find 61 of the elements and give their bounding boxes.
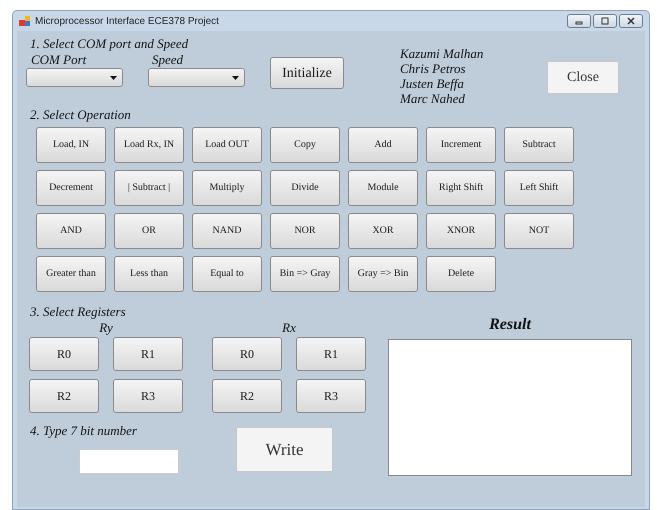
author-name: Justen Beffa xyxy=(400,76,465,91)
operation-button[interactable]: Load Rx, IN xyxy=(114,127,184,163)
operation-button[interactable]: OR xyxy=(114,213,184,249)
maximize-icon[interactable] xyxy=(593,14,617,28)
number-input[interactable] xyxy=(79,449,179,474)
operation-button[interactable]: Equal to xyxy=(192,256,262,292)
operation-button[interactable]: Copy xyxy=(270,127,340,163)
section-heading: 2. Select Operation xyxy=(30,107,132,123)
operation-button[interactable]: NOT xyxy=(504,213,574,249)
register-button[interactable]: R3 xyxy=(296,379,366,413)
dropdown-caret-icon xyxy=(232,76,239,80)
author-name: Kazumi Malhan xyxy=(400,46,484,61)
register-group-label: Rx xyxy=(281,320,297,335)
operation-button[interactable]: Divide xyxy=(270,170,340,206)
register-button[interactable]: R3 xyxy=(113,379,183,413)
section-heading: 4. Type 7 bit number xyxy=(30,423,138,439)
register-button[interactable]: R2 xyxy=(29,379,99,413)
operation-button[interactable]: | Subtract | xyxy=(114,170,184,206)
operation-button[interactable]: AND xyxy=(36,213,106,249)
register-button[interactable]: R0 xyxy=(212,337,282,371)
initialize-button[interactable]: Initialize xyxy=(270,57,344,89)
operation-button[interactable]: Less than xyxy=(114,256,184,292)
com-port-dropdown[interactable] xyxy=(26,68,123,87)
section-heading: 3. Select Registers xyxy=(30,304,127,320)
write-button[interactable]: Write xyxy=(236,427,333,472)
app-icon xyxy=(19,15,31,27)
register-button[interactable]: R0 xyxy=(29,337,99,371)
operation-button[interactable]: Multiply xyxy=(192,170,262,206)
register-group-label: Ry xyxy=(98,320,114,335)
operation-button[interactable]: Greater than xyxy=(36,256,106,292)
operation-button[interactable]: NOR xyxy=(270,213,340,249)
operation-button[interactable]: XNOR xyxy=(426,213,496,249)
register-button[interactable]: R1 xyxy=(113,337,183,371)
result-title: Result xyxy=(488,316,532,334)
section-heading: 1. Select COM port and Speed xyxy=(30,36,190,52)
close-icon[interactable] xyxy=(619,14,643,28)
operation-button[interactable]: NAND xyxy=(192,213,262,249)
register-button[interactable]: R1 xyxy=(296,337,366,371)
operation-button[interactable]: Decrement xyxy=(36,170,106,206)
register-button[interactable]: R2 xyxy=(212,379,282,413)
operation-button[interactable]: Left Shift xyxy=(504,170,574,206)
speed-dropdown[interactable] xyxy=(148,68,245,87)
operation-button[interactable]: Gray => Bin xyxy=(348,256,418,292)
operation-button[interactable]: Delete xyxy=(426,256,496,292)
operation-button[interactable]: Right Shift xyxy=(426,170,496,206)
author-name: Chris Petros xyxy=(400,61,467,76)
field-label: COM Port xyxy=(31,52,88,67)
operation-button[interactable]: Add xyxy=(348,127,418,163)
close-button[interactable]: Close xyxy=(547,61,619,94)
operation-button[interactable]: Increment xyxy=(426,127,496,163)
operation-button[interactable]: XOR xyxy=(348,213,418,249)
field-label: Speed xyxy=(152,52,184,67)
operation-button[interactable]: Bin => Gray xyxy=(270,256,340,292)
operation-button[interactable]: Load, IN xyxy=(36,127,106,163)
author-name: Marc Nahed xyxy=(400,91,466,106)
operation-button[interactable]: Module xyxy=(348,170,418,206)
minimize-icon[interactable] xyxy=(567,14,591,28)
window-title: Microprocessor Interface ECE378 Project xyxy=(35,14,219,28)
operation-button[interactable]: Subtract xyxy=(504,127,574,163)
dropdown-caret-icon xyxy=(110,76,117,80)
operation-button[interactable]: Load OUT xyxy=(192,127,262,163)
